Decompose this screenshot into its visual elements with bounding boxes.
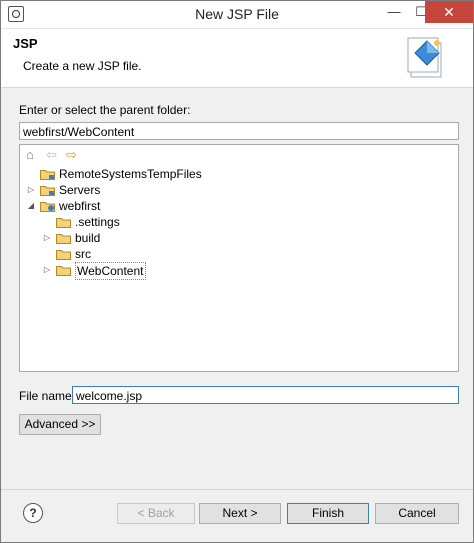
tree-item-label: webfirst xyxy=(59,199,101,213)
close-button[interactable]: ✕ xyxy=(425,1,473,23)
help-icon[interactable]: ? xyxy=(23,503,43,523)
home-icon[interactable]: ⌂ xyxy=(26,148,34,162)
advanced-button[interactable]: Advanced >> xyxy=(19,414,101,435)
new-jsp-file-dialog: New JSP File — ☐ ✕ JSP Create a new JSP … xyxy=(0,0,474,543)
tree-item-label: .settings xyxy=(75,215,120,229)
expander-icon[interactable]: ◢ xyxy=(26,198,36,214)
parent-folder-label-text: Enter or select the parent folder: xyxy=(19,103,191,117)
folder-icon xyxy=(56,233,71,244)
folder-icon xyxy=(56,217,71,228)
next-button[interactable]: Next > xyxy=(199,503,281,524)
tree-item-label: Servers xyxy=(59,183,101,197)
project-folder-icon xyxy=(40,169,55,180)
footer-separator xyxy=(1,489,473,490)
tree-item-label: src xyxy=(75,247,91,261)
expander-icon[interactable]: ▷ xyxy=(26,182,36,198)
tree-item-label-selected: WebContent xyxy=(75,262,146,280)
expander-icon[interactable]: ▷ xyxy=(42,230,52,246)
folder-tree[interactable]: ⌂ ⇦ ⇨ RemoteSystemsTempFiles ▷ Servers ◢… xyxy=(19,144,459,372)
parent-folder-input[interactable]: webfirst/WebContent xyxy=(19,122,459,140)
finish-button[interactable]: Finish xyxy=(287,503,369,524)
back-arrow-icon[interactable]: ⇦ xyxy=(46,148,57,162)
project-folder-icon xyxy=(40,185,55,196)
tree-item-label: build xyxy=(75,231,101,245)
back-button[interactable]: < Back xyxy=(117,503,195,524)
file-name-label: File name: xyxy=(19,389,76,403)
folder-icon xyxy=(56,265,71,276)
title-bar: New JSP File — ☐ ✕ xyxy=(1,1,473,29)
cancel-button[interactable]: Cancel xyxy=(375,503,459,524)
expander-icon[interactable]: ▷ xyxy=(42,262,52,278)
folder-icon xyxy=(56,249,71,260)
wizard-title: JSP xyxy=(13,36,38,51)
jsp-wizard-icon xyxy=(407,35,447,79)
wizard-header: JSP Create a new JSP file. xyxy=(1,29,473,88)
tree-item-label: RemoteSystemsTempFiles xyxy=(59,167,202,181)
wizard-description: Create a new JSP file. xyxy=(23,59,142,73)
forward-arrow-icon[interactable]: ⇨ xyxy=(66,148,77,162)
minimize-button[interactable]: — xyxy=(379,1,409,23)
web-project-icon xyxy=(40,201,55,212)
file-name-input[interactable]: welcome.jsp xyxy=(72,386,459,404)
parent-folder-label: Enter or select the parent folder: xyxy=(19,103,190,117)
